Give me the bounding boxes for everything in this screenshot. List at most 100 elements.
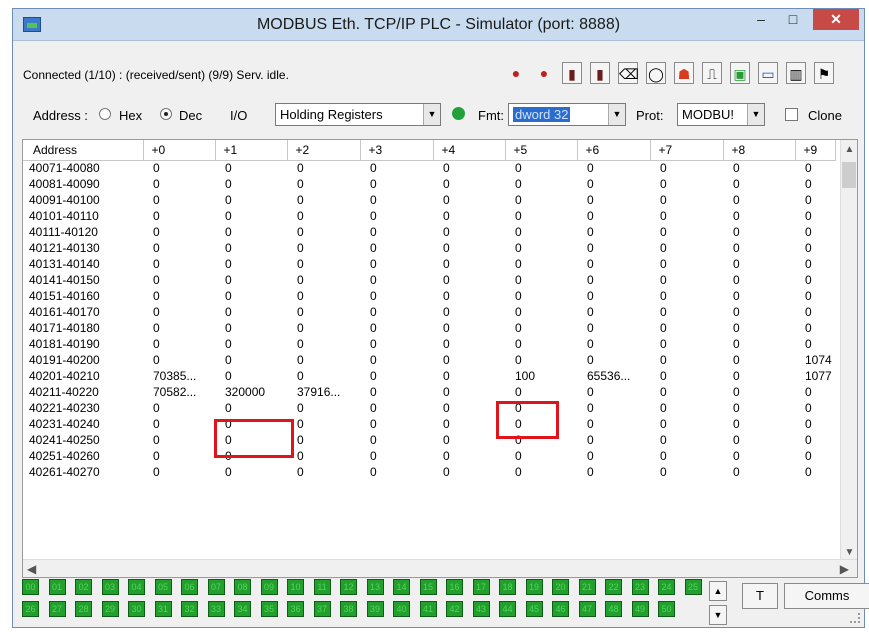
register-cell[interactable]: 0 bbox=[360, 336, 433, 352]
table-row[interactable]: 40151-40160 0 0 0 0 0 0 0 0 0 0 bbox=[23, 288, 835, 304]
register-cell[interactable]: 0 bbox=[577, 336, 650, 352]
coil-indicator[interactable]: 05 bbox=[154, 579, 172, 595]
register-cell[interactable]: 0 bbox=[795, 304, 835, 320]
register-cell[interactable]: 0 bbox=[287, 464, 360, 480]
register-cell[interactable]: 0 bbox=[287, 208, 360, 224]
register-cell[interactable]: 0 bbox=[577, 464, 650, 480]
register-cell[interactable]: 0 bbox=[215, 432, 287, 448]
coil-indicator[interactable]: 43 bbox=[472, 601, 490, 617]
register-cell[interactable]: 0 bbox=[215, 160, 287, 176]
waveform-icon[interactable]: ⎍ bbox=[702, 62, 722, 84]
table-row[interactable]: 40081-40090 0 0 0 0 0 0 0 0 0 0 bbox=[23, 176, 835, 192]
register-cell[interactable]: 0 bbox=[143, 336, 215, 352]
register-cell[interactable]: 37916... bbox=[287, 384, 360, 400]
register-cell[interactable]: 70582... bbox=[143, 384, 215, 400]
clone-checkbox[interactable] bbox=[785, 108, 798, 121]
register-cell[interactable]: 0 bbox=[433, 240, 505, 256]
register-cell[interactable]: 0 bbox=[650, 352, 723, 368]
register-cell[interactable]: 0 bbox=[795, 240, 835, 256]
register-cell[interactable]: 0 bbox=[723, 192, 795, 208]
register-cell[interactable]: 0 bbox=[650, 448, 723, 464]
register-cell[interactable]: 0 bbox=[360, 176, 433, 192]
register-cell[interactable]: 0 bbox=[795, 400, 835, 416]
offset-column-header[interactable]: +6 bbox=[577, 140, 651, 161]
coil-indicator[interactable]: 02 bbox=[75, 579, 92, 595]
register-cell[interactable]: 0 bbox=[577, 160, 650, 176]
coil-spinner[interactable]: ▲ ▼ bbox=[709, 581, 728, 625]
red-dot-icon[interactable]: ● bbox=[506, 62, 526, 84]
register-cell[interactable]: 0 bbox=[143, 304, 215, 320]
register-cell[interactable]: 0 bbox=[723, 448, 795, 464]
register-cell[interactable]: 0 bbox=[577, 384, 650, 400]
register-cell[interactable]: 0 bbox=[577, 352, 650, 368]
register-cell[interactable]: 0 bbox=[723, 320, 795, 336]
register-cell[interactable]: 0 bbox=[505, 352, 577, 368]
coil-indicator[interactable]: 31 bbox=[154, 601, 172, 617]
coil-indicator[interactable]: 32 bbox=[181, 601, 198, 617]
register-cell[interactable]: 0 bbox=[287, 176, 360, 192]
register-cell[interactable]: 0 bbox=[215, 176, 287, 192]
table-row[interactable]: 40071-40080 0 0 0 0 0 0 0 0 0 0 bbox=[23, 160, 835, 176]
register-cell[interactable]: 0 bbox=[795, 192, 835, 208]
register-cell[interactable]: 0 bbox=[360, 304, 433, 320]
register-cell[interactable]: 0 bbox=[795, 432, 835, 448]
register-cell[interactable]: 0 bbox=[795, 320, 835, 336]
format-select[interactable]: dword 32 ▼ bbox=[508, 103, 626, 126]
register-cell[interactable]: 0 bbox=[215, 288, 287, 304]
register-cell[interactable]: 0 bbox=[287, 224, 360, 240]
register-cell[interactable]: 0 bbox=[650, 320, 723, 336]
table-row[interactable]: 40141-40150 0 0 0 0 0 0 0 0 0 0 bbox=[23, 272, 835, 288]
register-cell[interactable]: 0 bbox=[795, 224, 835, 240]
register-cell[interactable]: 0 bbox=[505, 272, 577, 288]
register-cell[interactable]: 0 bbox=[723, 432, 795, 448]
register-cell[interactable]: 0 bbox=[433, 256, 505, 272]
register-cell[interactable]: 0 bbox=[723, 400, 795, 416]
register-cell[interactable]: 0 bbox=[433, 368, 505, 384]
dec-radio[interactable] bbox=[160, 108, 172, 120]
table-row[interactable]: 40241-40250 0 0 0 0 0 0 0 0 0 0 bbox=[23, 432, 835, 448]
vertical-scrollbar[interactable]: ▲ ▼ bbox=[840, 140, 857, 560]
coil-indicator[interactable]: 16 bbox=[446, 579, 463, 595]
coil-indicator[interactable]: 40 bbox=[393, 601, 410, 617]
register-cell[interactable]: 0 bbox=[433, 192, 505, 208]
t-button[interactable]: T bbox=[742, 583, 778, 609]
register-cell[interactable]: 0 bbox=[650, 272, 723, 288]
register-cell[interactable]: 0 bbox=[360, 288, 433, 304]
register-cell[interactable]: 0 bbox=[795, 336, 835, 352]
coil-indicator[interactable]: 26 bbox=[22, 601, 39, 617]
maximize-button[interactable]: □ bbox=[779, 9, 807, 30]
plc-icon[interactable]: ▮ bbox=[590, 62, 610, 84]
register-cell[interactable]: 0 bbox=[215, 272, 287, 288]
register-cell[interactable]: 0 bbox=[287, 368, 360, 384]
register-cell[interactable]: 0 bbox=[215, 464, 287, 480]
register-cell[interactable]: 0 bbox=[360, 464, 433, 480]
register-cell[interactable]: 0 bbox=[215, 192, 287, 208]
coil-indicator[interactable]: 41 bbox=[419, 601, 437, 617]
register-cell[interactable]: 0 bbox=[360, 224, 433, 240]
coil-indicator[interactable]: 03 bbox=[101, 579, 119, 595]
coil-indicator[interactable]: 48 bbox=[605, 601, 622, 617]
register-cell[interactable]: 0 bbox=[577, 304, 650, 320]
coil-indicator[interactable]: 23 bbox=[631, 579, 649, 595]
register-cell[interactable]: 0 bbox=[143, 448, 215, 464]
coil-indicator[interactable]: 04 bbox=[128, 579, 145, 595]
register-cell[interactable]: 0 bbox=[287, 272, 360, 288]
coil-indicator[interactable]: 27 bbox=[48, 601, 66, 617]
coil-indicator[interactable]: 24 bbox=[658, 579, 675, 595]
comment-icon[interactable]: ◯ bbox=[646, 62, 666, 84]
chevron-down-icon[interactable]: ▼ bbox=[747, 104, 764, 125]
table-row[interactable]: 40211-40220 70582... 320000 37916... 0 0 0 0 0 0 0 bbox=[23, 384, 835, 400]
offset-column-header[interactable]: +1 bbox=[215, 140, 288, 161]
register-cell[interactable]: 0 bbox=[433, 288, 505, 304]
register-cell[interactable]: 0 bbox=[433, 304, 505, 320]
register-cell[interactable]: 0 bbox=[143, 176, 215, 192]
flag-icon[interactable]: ⚑ bbox=[814, 62, 834, 84]
register-cell[interactable]: 0 bbox=[143, 352, 215, 368]
table-row[interactable]: 40191-40200 0 0 0 0 0 0 0 0 0 1074 bbox=[23, 352, 835, 368]
register-cell[interactable]: 0 bbox=[215, 416, 287, 432]
offset-column-header[interactable]: +0 bbox=[143, 140, 216, 161]
register-cell[interactable]: 0 bbox=[360, 256, 433, 272]
register-cell[interactable]: 0 bbox=[360, 384, 433, 400]
register-cell[interactable]: 0 bbox=[433, 208, 505, 224]
table-row[interactable]: 40231-40240 0 0 0 0 0 0 0 0 0 0 bbox=[23, 416, 835, 432]
